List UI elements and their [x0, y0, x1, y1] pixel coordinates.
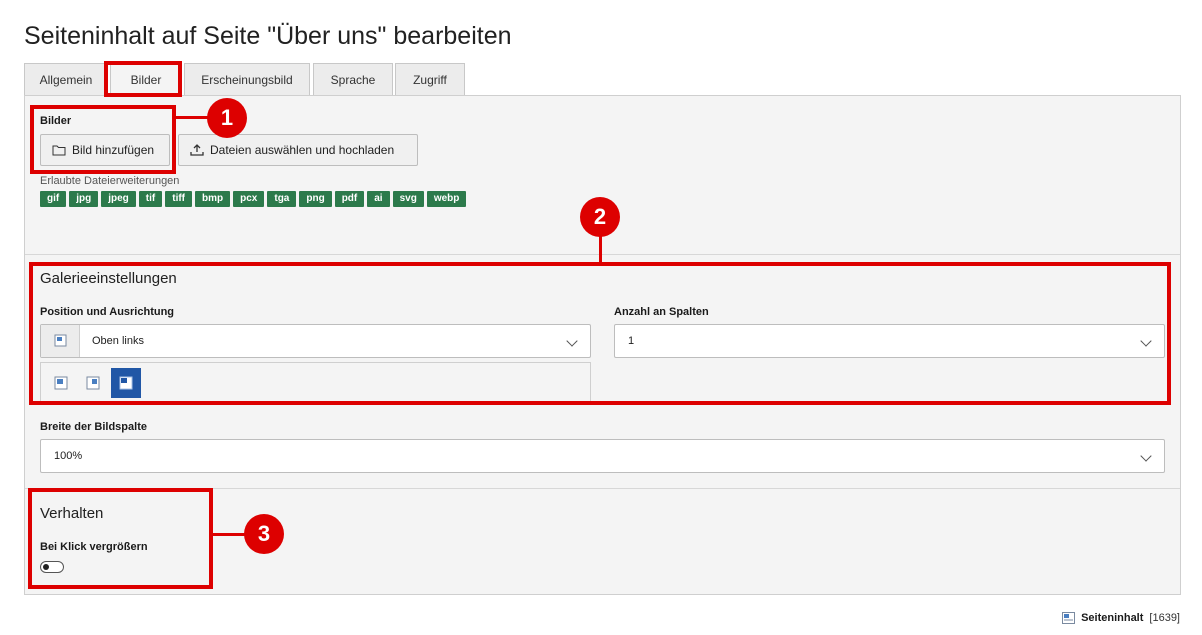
record-info: Seiteninhalt [1639] [1062, 612, 1180, 624]
marker-connector [176, 116, 210, 119]
extension-badges: gif jpg jpeg tif tiff bmp pcx tga png pdf ai svg web… [40, 191, 467, 207]
step-marker-1: 1 [207, 98, 247, 138]
chevron-down-icon [1140, 450, 1152, 462]
tab-sprache[interactable]: Sprache [313, 63, 393, 95]
content-element-icon [1062, 612, 1076, 624]
step-marker-2: 2 [580, 197, 620, 237]
image-width-select[interactable]: 100% [40, 439, 1165, 473]
extension-badge: pdf [334, 191, 365, 207]
extension-badge: gif [40, 191, 67, 207]
tab-label: Erscheinungsbild [201, 73, 293, 87]
tab-zugriff[interactable]: Zugriff [395, 63, 465, 95]
upload-files-label: Dateien auswählen und hochladen [210, 143, 395, 157]
record-type: Seiteninhalt [1081, 612, 1144, 624]
extension-badge: png [299, 191, 332, 207]
highlight-tab-bilder [104, 61, 182, 97]
extension-badge: svg [392, 191, 424, 207]
extension-badge: webp [426, 191, 467, 207]
image-width-label: Breite der Bildspalte [40, 421, 147, 433]
marker-connector [599, 236, 602, 263]
record-id: [1639] [1149, 612, 1180, 624]
extension-badge: ai [367, 191, 390, 207]
extension-badge: jpeg [101, 191, 136, 207]
tab-allgemein[interactable]: Allgemein [24, 63, 108, 95]
tab-label: Allgemein [39, 73, 93, 87]
divider [25, 254, 1180, 255]
upload-icon [190, 144, 204, 156]
page-title: Seiteninhalt auf Seite "Über uns" bearbe… [24, 22, 512, 50]
tab-label: Sprache [330, 73, 376, 87]
step-marker-3: 3 [244, 514, 284, 554]
highlight-gallery-settings [29, 262, 1171, 405]
tab-label: Zugriff [413, 73, 447, 87]
extension-badge: bmp [195, 191, 231, 207]
allowed-extensions-label: Erlaubte Dateierweiterungen [40, 175, 180, 187]
extension-badge: jpg [69, 191, 99, 207]
upload-files-button[interactable]: Dateien auswählen und hochladen [178, 134, 418, 166]
tab-erscheinungsbild[interactable]: Erscheinungsbild [184, 63, 310, 95]
highlight-images-section [30, 105, 176, 174]
highlight-behavior-section [28, 488, 213, 589]
extension-badge: tif [138, 191, 163, 207]
image-width-value: 100% [54, 450, 83, 462]
extension-badge: tga [267, 191, 297, 207]
marker-connector [213, 533, 245, 536]
extension-badge: pcx [233, 191, 265, 207]
extension-badge: tiff [165, 191, 193, 207]
